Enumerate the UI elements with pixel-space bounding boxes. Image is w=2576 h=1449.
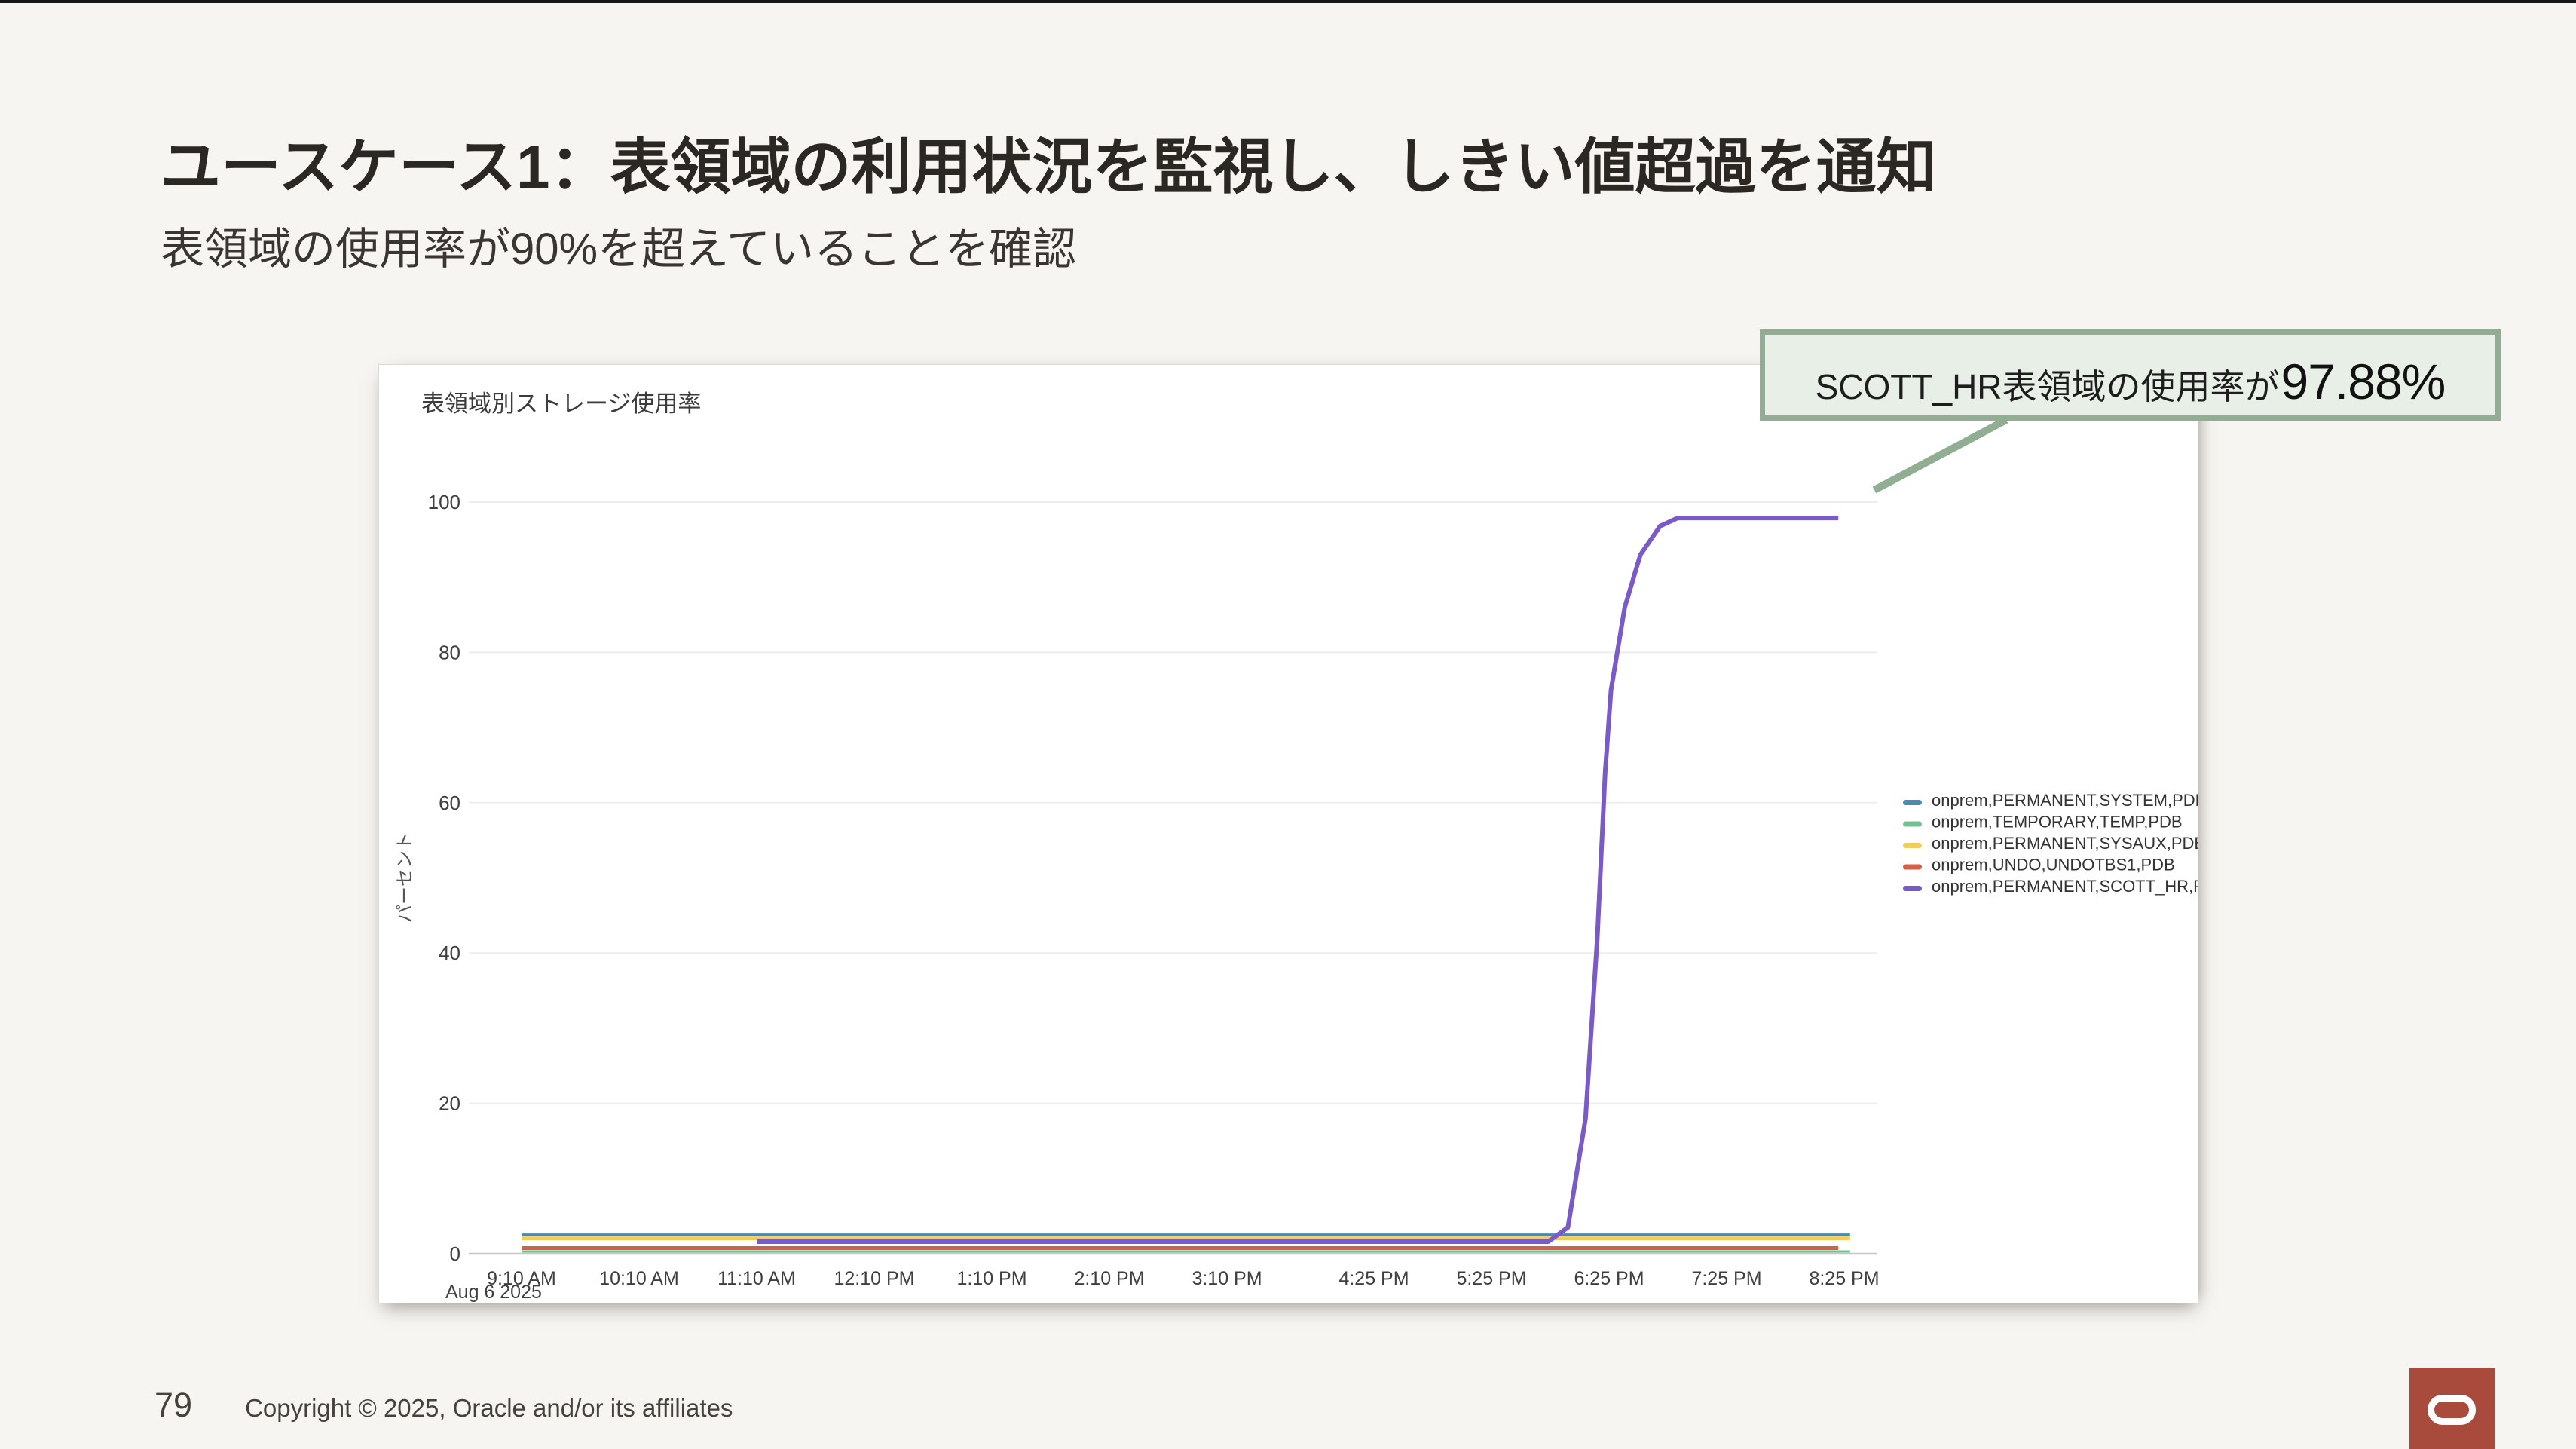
y-tick-label: 60: [439, 792, 460, 814]
x-tick-label: 5:25 PM: [1456, 1268, 1526, 1289]
legend-swatch: [1903, 843, 1922, 848]
x-tick-label: 7:25 PM: [1691, 1268, 1761, 1289]
copyright-text: Copyright © 2025, Oracle and/or its affi…: [245, 1394, 733, 1423]
callout-value: 97.88%: [2281, 353, 2446, 410]
legend-label: onprem,PERMANENT,SYSTEM,PDB: [1932, 791, 2198, 810]
legend-swatch: [1903, 865, 1922, 870]
y-tick-label: 80: [439, 641, 460, 663]
page-number: 79: [154, 1386, 192, 1425]
usage-line-chart: 表領域別ストレージ使用率020406080100パーセント9:10 AM10:1…: [379, 365, 2198, 1303]
slide-title: ユースケース1：表領域の利用状況を監視し、しきい値超過を通知: [161, 134, 2346, 201]
legend-label: onprem,UNDO,UNDOTBS1,PDB: [1932, 856, 2175, 875]
x-tick-label: 11:10 AM: [717, 1268, 796, 1289]
x-tick-label: 2:10 PM: [1074, 1268, 1144, 1289]
legend-label: onprem,PERMANENT,SCOTT_HR,PDB: [1932, 877, 2198, 896]
chart-title: 表領域別ストレージ使用率: [421, 391, 701, 417]
slide-subtitle: 表領域の使用率が90%を超えていることを確認: [161, 223, 2120, 276]
y-tick-label: 0: [450, 1242, 460, 1265]
legend-swatch: [1903, 822, 1922, 827]
y-tick-label: 20: [439, 1092, 460, 1115]
threshold-callout: SCOTT_HR表領域の使用率が 97.88%: [1760, 329, 2501, 421]
legend-swatch: [1903, 886, 1922, 891]
y-tick-label: 40: [439, 942, 460, 964]
x-tick-label: 8:25 PM: [1809, 1268, 1879, 1289]
x-tick-label: 10:10 AM: [599, 1268, 679, 1289]
slide-footer: 79 Copyright © 2025, Oracle and/or its a…: [154, 1386, 733, 1425]
x-tick-label: 12:10 PM: [834, 1268, 914, 1289]
callout-text: SCOTT_HR表領域の使用率が: [1816, 360, 2280, 409]
x-tick-label: 6:25 PM: [1574, 1268, 1644, 1289]
y-tick-label: 100: [428, 491, 460, 513]
x-tick-label: 1:10 PM: [956, 1268, 1026, 1289]
x-axis-date-label: Aug 6 2025: [445, 1282, 542, 1303]
series-line: [757, 518, 1838, 1242]
legend-swatch: [1903, 800, 1922, 805]
oracle-logo: [2409, 1368, 2495, 1449]
tablespace-usage-chart-panel: 表領域別ストレージ使用率020406080100パーセント9:10 AM10:1…: [378, 364, 2198, 1303]
legend-label: onprem,PERMANENT,SYSAUX,PDB: [1932, 834, 2198, 853]
x-tick-label: 4:25 PM: [1338, 1268, 1409, 1289]
oracle-o-icon: [2428, 1395, 2476, 1425]
window-top-edge: [0, 0, 2576, 3]
legend-label: onprem,TEMPORARY,TEMP,PDB: [1932, 813, 2183, 832]
y-axis-label: パーセント: [395, 832, 415, 923]
x-tick-label: 3:10 PM: [1192, 1268, 1262, 1289]
